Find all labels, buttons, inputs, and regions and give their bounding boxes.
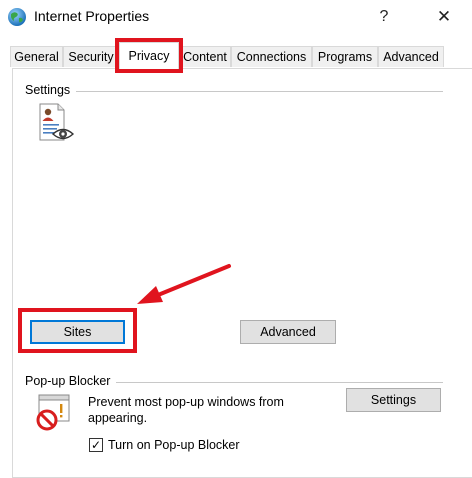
tab-programs[interactable]: Programs <box>312 46 378 67</box>
help-button[interactable]: ? <box>370 4 398 30</box>
tab-content[interactable]: Content <box>179 46 231 67</box>
privacy-settings-icon <box>39 103 75 141</box>
tab-advanced[interactable]: Advanced <box>378 46 444 67</box>
popup-settings-button[interactable]: Settings <box>346 388 441 412</box>
close-button[interactable]: ✕ <box>428 4 460 30</box>
tab-general[interactable]: General <box>10 46 63 67</box>
popup-blocker-checkbox-label[interactable]: Turn on Pop-up Blocker <box>108 438 240 452</box>
tab-connections[interactable]: Connections <box>231 46 312 67</box>
tab-privacy[interactable]: Privacy <box>119 42 179 70</box>
popup-blocked-icon <box>36 394 70 431</box>
advanced-settings-button[interactable]: Advanced <box>240 320 336 344</box>
settings-group-line <box>26 91 443 92</box>
popup-blocker-checkbox[interactable]: ✓ <box>89 438 103 452</box>
settings-group-label: Settings <box>25 83 77 97</box>
popup-blocker-group-label: Pop-up Blocker <box>25 374 117 388</box>
title-bar: Internet Properties ? ✕ <box>0 0 472 36</box>
tab-security[interactable]: Security <box>63 46 119 67</box>
tab-strip: General Security Privacy Content Connect… <box>0 42 472 70</box>
window-title: Internet Properties <box>34 8 150 24</box>
globe-icon <box>8 8 26 26</box>
popup-blocker-description: Prevent most pop-up windows from appeari… <box>88 395 284 425</box>
sites-button-highlight <box>18 308 137 353</box>
